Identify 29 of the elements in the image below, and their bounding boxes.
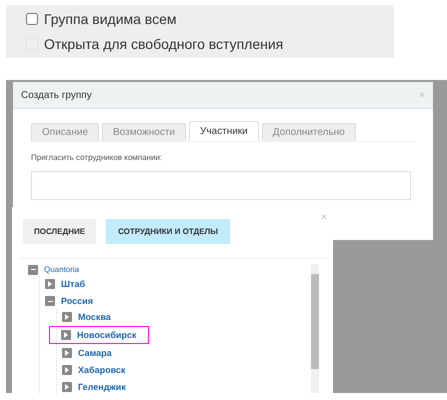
field-label: Пригласить сотрудников компании: xyxy=(31,152,164,164)
tab[interactable]: Участники xyxy=(188,121,259,141)
tree-item[interactable]: Самара xyxy=(78,348,112,358)
tree-item[interactable]: Quantoria xyxy=(44,266,80,274)
expand-icon[interactable] xyxy=(61,330,71,340)
tree-item[interactable]: Штаб xyxy=(61,280,86,288)
expand-icon[interactable] xyxy=(62,382,72,392)
expand-icon[interactable] xyxy=(62,348,72,358)
collapse-icon[interactable] xyxy=(28,264,38,274)
expand-icon[interactable] xyxy=(62,312,72,322)
tree-item[interactable]: Россия xyxy=(61,296,93,306)
input-field[interactable] xyxy=(31,171,411,200)
picker-tab[interactable]: ПОСЛЕДНИЕ xyxy=(23,219,96,244)
picker-tab[interactable]: СОТРУДНИКИ И ОТДЕЛЫ xyxy=(106,219,230,244)
checkbox[interactable] xyxy=(26,13,38,25)
tree-item[interactable]: Москва xyxy=(78,312,111,322)
tree-item[interactable]: Хабаровск xyxy=(78,366,126,374)
tab[interactable]: Дополнительно xyxy=(262,123,356,141)
checkbox-label: Открыта для свободного вступления xyxy=(44,34,284,54)
tab[interactable]: Возможности xyxy=(102,123,186,141)
expand-icon[interactable] xyxy=(45,279,55,289)
collapse-icon[interactable] xyxy=(45,296,55,306)
expand-icon[interactable] xyxy=(62,365,72,375)
tree-item[interactable]: Новосибирск xyxy=(77,330,136,340)
tab[interactable]: Описание xyxy=(31,123,100,141)
scrollbar[interactable] xyxy=(311,264,319,393)
tree-item[interactable]: Геленджик xyxy=(78,382,126,392)
dialog-title: Создать группу xyxy=(21,88,92,102)
checkbox-label: Группа видима всем xyxy=(44,10,177,29)
